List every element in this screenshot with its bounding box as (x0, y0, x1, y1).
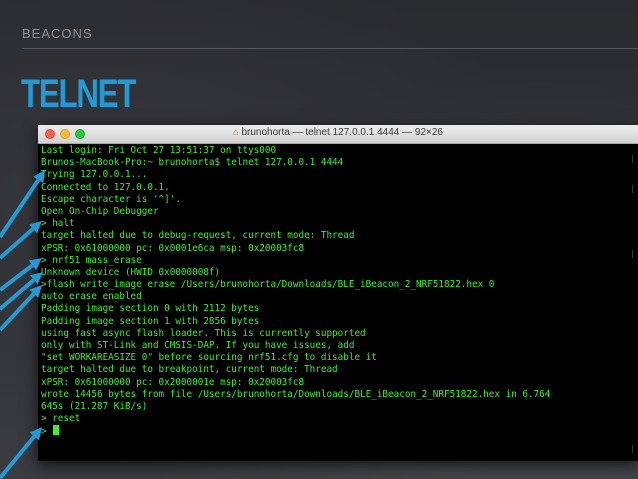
annotation-arrows (0, 170, 45, 479)
pointer-arrow (0, 427, 42, 479)
